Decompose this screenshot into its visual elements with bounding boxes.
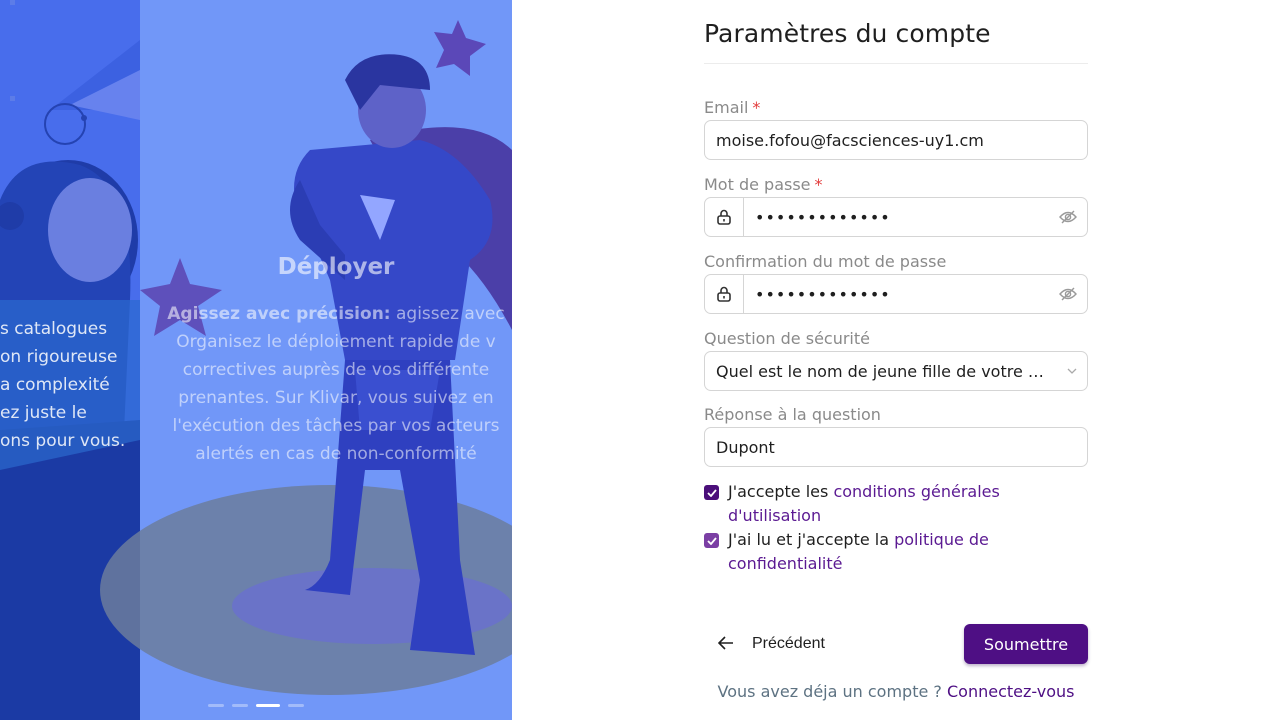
- submit-button[interactable]: Soumettre: [964, 624, 1088, 664]
- carousel-dot[interactable]: [232, 704, 248, 707]
- eye-off-icon[interactable]: [1049, 210, 1087, 224]
- lock-icon: [705, 198, 744, 236]
- security-question-label: Question de sécurité: [704, 329, 870, 348]
- required-marker: *: [814, 175, 823, 194]
- previous-slide-text: s catalogues on rigoureuse a complexité …: [0, 319, 126, 451]
- email-value[interactable]: moise.fofou@facsciences-uy1.cm: [705, 131, 984, 150]
- carousel-dot-active[interactable]: [256, 704, 280, 707]
- password-field[interactable]: •••••••••••••: [704, 197, 1088, 237]
- required-marker: *: [752, 98, 761, 117]
- slide-description: Agissez avec précision: agissez avec Org…: [167, 304, 505, 464]
- answer-field[interactable]: Dupont: [704, 427, 1088, 467]
- privacy-text: J'ai lu et j'accepte la politique de con…: [728, 530, 989, 573]
- slide-lead: Agissez avec précision:: [167, 304, 391, 324]
- carousel-dot[interactable]: [208, 704, 224, 707]
- previous-button[interactable]: Précédent: [704, 624, 825, 664]
- terms-consent: J'accepte les conditions générales d'uti…: [704, 480, 1028, 528]
- arrow-left-icon: [717, 635, 734, 653]
- terms-text: J'accepte les conditions générales d'uti…: [728, 482, 1000, 525]
- login-link[interactable]: Connectez-vous: [947, 682, 1074, 701]
- login-prompt: Vous avez déja un compte ? Connectez-vou…: [717, 682, 1075, 701]
- onboarding-carousel[interactable]: s catalogues on rigoureuse a complexité …: [0, 0, 512, 720]
- answer-value[interactable]: Dupont: [705, 438, 775, 457]
- current-slide: Déployer Agissez avec précision: agissez…: [140, 0, 512, 720]
- security-question-select[interactable]: Quel est le nom de jeune fille de votre …: [704, 351, 1088, 391]
- carousel-dot[interactable]: [288, 704, 304, 707]
- eye-off-icon[interactable]: [1049, 287, 1087, 301]
- privacy-consent: J'ai lu et j'accepte la politique de con…: [704, 528, 1028, 576]
- previous-label: Précédent: [752, 635, 825, 652]
- password-value[interactable]: •••••••••••••: [744, 208, 1049, 227]
- email-field[interactable]: moise.fofou@facsciences-uy1.cm: [704, 120, 1088, 160]
- privacy-checkbox[interactable]: [704, 533, 719, 548]
- confirm-password-value[interactable]: •••••••••••••: [744, 285, 1049, 304]
- page: s catalogues on rigoureuse a complexité …: [0, 0, 1280, 720]
- chevron-down-icon[interactable]: [1057, 368, 1087, 374]
- security-question-value[interactable]: Quel est le nom de jeune fille de votre …: [705, 362, 1057, 381]
- confirm-password-field[interactable]: •••••••••••••: [704, 274, 1088, 314]
- email-label: Email *: [704, 98, 761, 117]
- confirm-password-label: Confirmation du mot de passe: [704, 252, 947, 271]
- slide-title: Déployer: [277, 254, 395, 280]
- password-label: Mot de passe *: [704, 175, 823, 194]
- lock-icon: [705, 275, 744, 313]
- title-divider: [704, 63, 1088, 64]
- answer-label: Réponse à la question: [704, 405, 881, 424]
- terms-checkbox[interactable]: [704, 485, 719, 500]
- page-title: Paramètres du compte: [704, 19, 991, 48]
- carousel-pagination: [208, 704, 304, 707]
